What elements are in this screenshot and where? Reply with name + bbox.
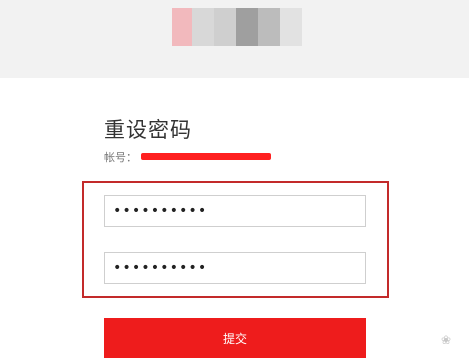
redacted-account bbox=[141, 152, 271, 160]
logo-block bbox=[192, 8, 214, 46]
logo-block bbox=[258, 8, 280, 46]
account-row: 帐号： bbox=[104, 149, 271, 165]
logo-block bbox=[214, 8, 236, 46]
page-title: 重设密码 bbox=[104, 118, 192, 142]
logo-block bbox=[236, 8, 258, 46]
top-header bbox=[0, 0, 469, 78]
logo-block bbox=[280, 8, 302, 46]
confirm-password-field[interactable] bbox=[104, 252, 366, 284]
watermark: ❀ bbox=[440, 333, 451, 347]
new-password-field[interactable] bbox=[104, 195, 366, 227]
blurred-logo bbox=[172, 8, 302, 46]
logo-block bbox=[172, 8, 192, 46]
submit-button[interactable]: 提交 bbox=[104, 318, 366, 358]
account-label: 帐号： bbox=[104, 151, 137, 164]
